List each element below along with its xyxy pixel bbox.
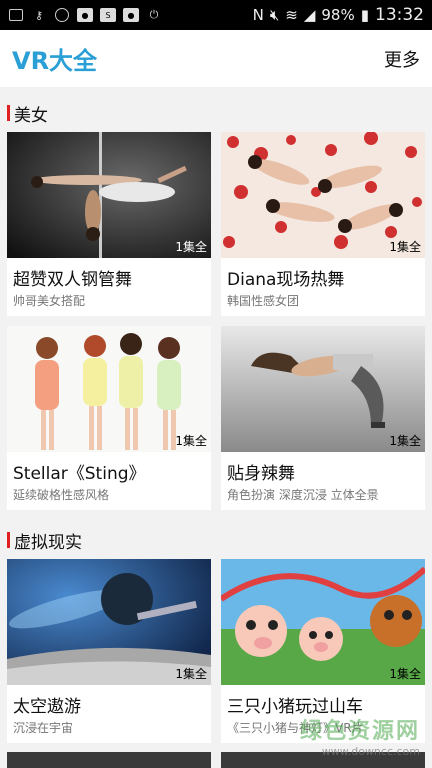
episode-badge: 1集全 [175, 240, 207, 254]
card-title: 太空遨游 [13, 697, 81, 717]
key-icon: ⚷ [34, 8, 44, 22]
section-header-beauty: 美女 [0, 96, 432, 130]
drop-icon [54, 8, 70, 22]
video-card[interactable]: 1集全 贴身辣舞 角色扮演 深度沉浸 立体全景 [221, 326, 425, 510]
app-title: VR大全 [12, 47, 98, 75]
section-header-vr: 虚拟现实 [0, 523, 432, 557]
app-bar: VR大全 更多 [0, 30, 432, 87]
episode-badge: 1集全 [175, 667, 207, 681]
section-accent-bar [7, 532, 10, 548]
episode-badge: 1集全 [389, 667, 421, 681]
card-subtitle: 延续破格性感风格 [13, 488, 110, 502]
card-subtitle: 韩国性感女团 [227, 294, 300, 308]
watermark: 绿色资源网 www.downcc.com [300, 713, 420, 758]
image-icon [8, 8, 24, 22]
mute-icon: 🔇︎ [269, 6, 280, 24]
status-bar: ⚷ ● S ● ⏻ N 🔇︎ ≋ ◢ 98% ▮ 13:32 [0, 0, 432, 30]
card-title: Stellar《Sting》 [13, 464, 146, 484]
battery-icon: ▮ [360, 6, 369, 24]
video-thumbnail: 1集全 [7, 326, 211, 452]
card-title: 超赞双人钢管舞 [13, 270, 132, 290]
power-icon: ⏻ [149, 8, 159, 21]
video-thumbnail: 1集全 [7, 559, 211, 685]
card-subtitle: 沉浸在宇宙 [13, 721, 74, 735]
video-thumbnail: 1集全 [221, 132, 425, 258]
nfc-icon: N [252, 6, 264, 24]
video-thumbnail: 1集全 [221, 326, 425, 452]
episode-badge: 1集全 [389, 434, 421, 448]
signal-icon: ◢ [303, 6, 316, 24]
s-app-icon: S [100, 8, 116, 22]
video-card[interactable]: 1集全 Stellar《Sting》 延续破格性感风格 [7, 326, 211, 510]
video-card[interactable]: 1集全 Diana现场热舞 韩国性感女团 [221, 132, 425, 316]
card-subtitle: 角色扮演 深度沉浸 立体全景 [227, 488, 379, 502]
more-button[interactable]: 更多 [384, 46, 420, 72]
video-thumbnail: 1集全 [7, 132, 211, 258]
episode-badge: 1集全 [175, 434, 207, 448]
watermark-url: www.downcc.com [321, 745, 420, 758]
clock: 13:32 [375, 5, 424, 25]
battery-percent: 98% [321, 6, 355, 24]
video-thumbnail: 1集全 [221, 559, 425, 685]
watermark-title: 绿色资源网 [299, 719, 420, 744]
card-title: 贴身辣舞 [227, 464, 295, 484]
video-card[interactable]: 1集全 超赞双人钢管舞 帅哥美女搭配 [7, 132, 211, 316]
video-card-partial[interactable] [7, 752, 211, 768]
app-notification-icon: ● [123, 8, 139, 22]
app-notification-icon: ● [77, 8, 93, 22]
wifi-icon: ≋ [285, 6, 298, 24]
section-title: 美女 [14, 105, 48, 126]
card-subtitle: 帅哥美女搭配 [13, 294, 86, 308]
section-title: 虚拟现实 [14, 532, 82, 553]
video-card[interactable]: 1集全 太空遨游 沉浸在宇宙 [7, 559, 211, 743]
card-title: Diana现场热舞 [227, 270, 345, 290]
episode-badge: 1集全 [389, 240, 421, 254]
section-accent-bar [7, 105, 10, 121]
